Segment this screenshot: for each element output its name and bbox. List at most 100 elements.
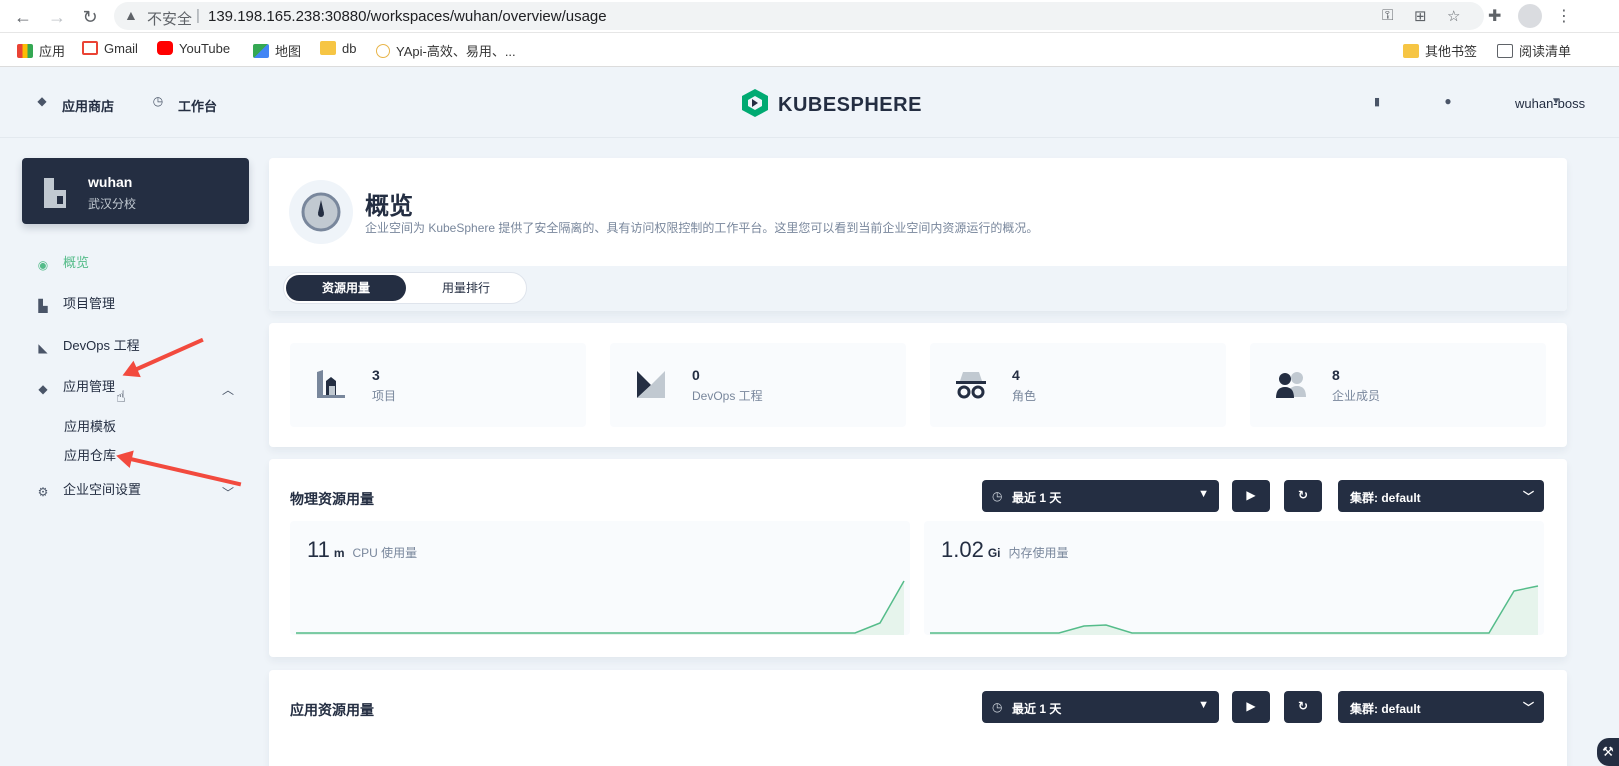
chevron-down-icon: ﹀	[1523, 702, 1534, 714]
refresh-button[interactable]: ↻	[1284, 480, 1322, 512]
sidebar-subitem-app-repos[interactable]: 应用仓库	[64, 445, 116, 464]
sidebar-item-label: 项目管理	[63, 296, 116, 311]
section-title: 应用资源用量	[290, 702, 374, 718]
star-icon[interactable]: ☆	[1447, 7, 1460, 25]
workbench-link[interactable]: 工作台	[178, 96, 217, 115]
stat-label: 企业成员	[1332, 389, 1381, 403]
sidebar-item-workspace-settings[interactable]: ⚙ 企业空间设置	[36, 480, 141, 500]
bookmark-youtube[interactable]: YouTube	[157, 41, 230, 56]
gear-icon: ⚙	[37, 485, 49, 499]
time-range-select[interactable]: ◷ 最近 1 天 ▼	[982, 691, 1219, 723]
bookmark-label: YApi-高效、易用、...	[396, 44, 516, 59]
extensions-icon[interactable]: ✚	[1488, 6, 1501, 26]
stat-value: 3	[372, 367, 380, 383]
stat-label: 角色	[1012, 389, 1037, 403]
page-title: 概览	[365, 193, 413, 220]
bookmark-maps[interactable]: 地图	[253, 41, 301, 60]
sidebar-item-overview[interactable]: ◉ 概览	[36, 253, 89, 273]
bookmark-apps[interactable]: 应用	[17, 41, 65, 60]
cluster-label: 集群: default	[1350, 491, 1421, 505]
stat-members[interactable]: 8 企业成员	[1250, 343, 1546, 427]
refresh-button[interactable]: ↻	[1284, 691, 1322, 723]
workspace-alias: 武汉分校	[88, 197, 137, 211]
stat-devops[interactable]: 0 DevOps 工程	[610, 343, 906, 427]
stat-projects[interactable]: 3 项目	[290, 343, 586, 427]
cpu-label: CPU 使用量	[352, 546, 418, 560]
cluster-select[interactable]: 集群: default ﹀	[1338, 480, 1544, 512]
sidebar-item-projects[interactable]: ▙ 项目管理	[36, 294, 115, 314]
time-range-label: 最近 1 天	[1012, 702, 1062, 716]
time-range-select[interactable]: ◷ 最近 1 天 ▼	[982, 480, 1219, 512]
profile-avatar[interactable]	[1518, 4, 1542, 28]
menu-icon[interactable]: ⋮	[1556, 6, 1572, 26]
overview-gauge-icon	[289, 180, 353, 244]
logo-text: KUBESPHERE	[778, 94, 922, 116]
toolbox-hammer-icon[interactable]: ⚒	[1597, 738, 1619, 766]
address-separator: |	[196, 7, 200, 24]
bookmark-yapi[interactable]: YApi-高效、易用、...	[376, 41, 516, 60]
app-header: ◆ 应用商店 ◷ 工作台 KUBESPHERE ▮ ● wuhan-boss ▼	[0, 68, 1619, 138]
sidebar-subitem-app-templates[interactable]: 应用模板	[64, 416, 116, 435]
bookmark-reading-list[interactable]: 阅读清单	[1497, 41, 1571, 60]
forward-icon[interactable]: →	[46, 6, 68, 28]
memory-value: 1.02	[941, 537, 984, 562]
user-dropdown-icon[interactable]: ▼	[1549, 96, 1563, 110]
back-icon[interactable]: ←	[12, 6, 34, 28]
chevron-up-icon[interactable]: ︿	[222, 381, 234, 398]
url-text[interactable]: 139.198.165.238:30880/workspaces/wuhan/o…	[208, 8, 607, 25]
sidebar-item-app-management[interactable]: ◆ 应用管理	[36, 377, 115, 397]
bookmark-label: 地图	[275, 44, 302, 59]
tab-resource-usage[interactable]: 资源用量	[286, 275, 406, 301]
insecure-label: 不安全	[147, 11, 193, 28]
sidebar-item-label: 应用管理	[63, 379, 116, 394]
kubesphere-logo[interactable]: KUBESPHERE	[740, 88, 921, 118]
spy-icon	[956, 372, 986, 399]
overview-banner: 概览 企业空间为 KubeSphere 提供了安全隔离的、具有访问权限控制的工作…	[269, 158, 1567, 311]
sidebar-item-devops[interactable]: ◣ DevOps 工程	[36, 336, 139, 356]
devops-icon	[637, 371, 665, 398]
youtube-icon	[157, 41, 173, 55]
caret-down-icon: ▼	[1198, 699, 1209, 711]
sidebar-item-label: 概览	[63, 255, 90, 270]
cluster-label: 集群: default	[1350, 702, 1421, 716]
tab-usage-ranking[interactable]: 用量排行	[406, 275, 526, 301]
physical-usage-panel: 物理资源用量 ◷ 最近 1 天 ▼ ▶ ↻ 集群: default ﹀ 11 m C…	[269, 459, 1567, 657]
yapi-icon	[376, 44, 390, 58]
notification-icon[interactable]: ▮	[1370, 95, 1384, 109]
play-icon: ▶	[1246, 699, 1256, 713]
bookmark-gmail[interactable]: Gmail	[82, 41, 138, 56]
memory-label: 内存使用量	[1008, 546, 1069, 560]
app-store-link[interactable]: 应用商店	[62, 96, 114, 115]
refresh-icon: ↻	[1297, 488, 1309, 502]
stat-roles[interactable]: 4 角色	[930, 343, 1226, 427]
bookmark-other[interactable]: 其他书签	[1403, 41, 1477, 60]
workspace-icon	[44, 178, 66, 208]
bookmark-label: 其他书签	[1425, 44, 1478, 59]
play-button[interactable]: ▶	[1232, 691, 1270, 723]
section-title: 物理资源用量	[290, 491, 374, 507]
address-bar[interactable]: ▲ 不安全 | 139.198.165.238:30880/workspaces…	[114, 2, 1484, 30]
key-icon[interactable]: ⚿	[1382, 7, 1393, 24]
folder-icon	[1403, 44, 1419, 58]
cpu-metric-header: 11 m CPU 使用量	[307, 537, 417, 563]
reload-icon[interactable]: ↻	[79, 6, 101, 28]
sidebar-item-label: 企业空间设置	[63, 482, 142, 497]
workspace-card[interactable]: wuhan 武汉分校	[22, 158, 249, 224]
members-icon	[1276, 372, 1306, 398]
project-icon: ▙	[38, 299, 48, 313]
folder-icon	[320, 41, 336, 55]
bookmark-label: db	[342, 41, 357, 56]
stat-value: 8	[1332, 367, 1340, 383]
time-range-label: 最近 1 天	[1012, 491, 1062, 505]
gmail-icon	[82, 41, 98, 55]
caret-down-icon: ▼	[1198, 488, 1209, 500]
memory-sparkline	[930, 585, 1539, 635]
cluster-select[interactable]: 集群: default ﹀	[1338, 691, 1544, 723]
bookmark-db[interactable]: db	[320, 41, 356, 56]
memory-metric-card: 1.02 Gi 内存使用量	[924, 521, 1544, 635]
chevron-down-icon[interactable]: ﹀	[222, 484, 234, 501]
cpu-sparkline	[296, 580, 905, 635]
translate-icon[interactable]: ⊞	[1414, 7, 1427, 25]
play-button[interactable]: ▶	[1232, 480, 1270, 512]
cpu-unit: m	[333, 546, 345, 560]
